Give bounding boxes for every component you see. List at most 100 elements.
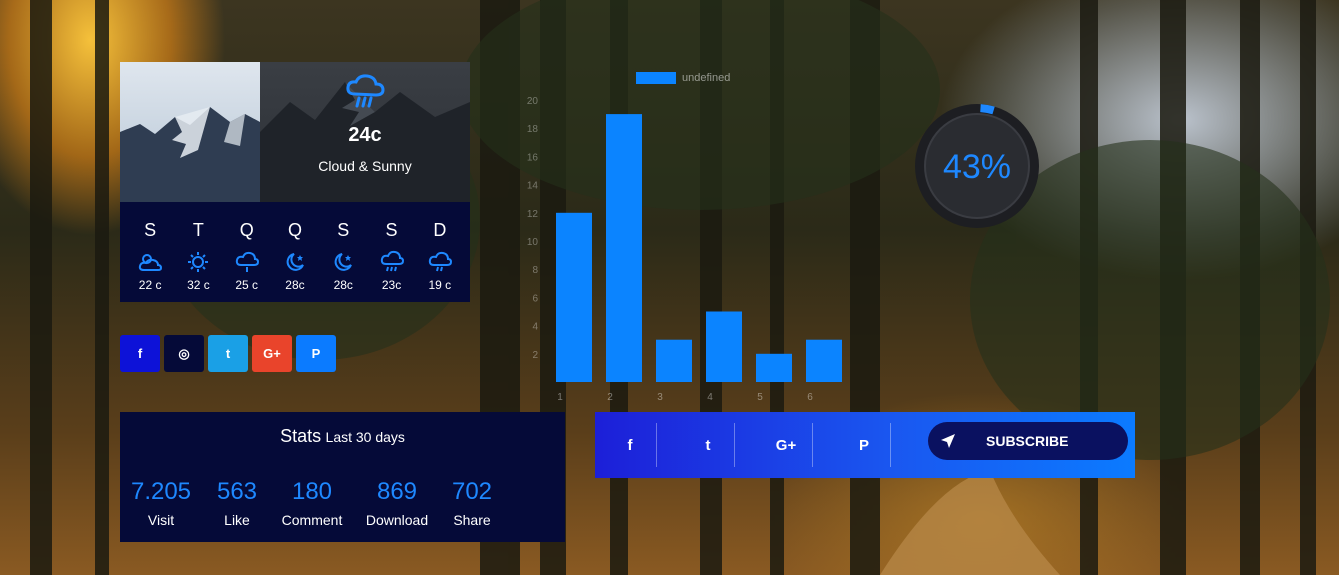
day-temp: 19 c bbox=[428, 278, 452, 292]
gauge-value: 43% bbox=[943, 148, 1011, 186]
forecast-day: S 28c bbox=[319, 202, 367, 302]
y-tick-label: 18 bbox=[527, 124, 539, 135]
google-plus-icon: G+ bbox=[775, 436, 797, 454]
forecast-day: S 23c bbox=[367, 202, 415, 302]
day-name: D bbox=[433, 220, 447, 240]
y-tick-label: 2 bbox=[532, 350, 538, 361]
bar-chart: 2 4 6 8 10 12 14 16 18 20 1 2 3 4 5 6 undefined bbox=[520, 60, 860, 410]
weather-widget: 24c Cloud & Sunny S 22 c T 32 c Q 25 c Q… bbox=[120, 62, 470, 302]
progress-gauge: 43% bbox=[914, 103, 1040, 229]
bar-chart-svg: 24681012141618201 2 3 4 5 6undefined bbox=[527, 72, 842, 403]
day-temp: 22 c bbox=[138, 278, 162, 292]
facebook-icon: f bbox=[627, 436, 633, 454]
y-tick-label: 6 bbox=[532, 293, 538, 304]
y-tick-label: 14 bbox=[527, 181, 539, 192]
subscribe-bar: f t G+ P SUBSCRIBE bbox=[595, 412, 1135, 478]
day-temp: 32 c bbox=[187, 278, 210, 292]
google-plus-button[interactable]: G+ bbox=[252, 335, 292, 372]
forecast-day: S 22 c bbox=[126, 202, 174, 302]
stats-heading: Stats bbox=[280, 426, 322, 446]
legend-label: undefined bbox=[682, 72, 730, 84]
x-tick-label: 2 bbox=[607, 392, 613, 403]
x-tick-label: 1 bbox=[557, 392, 563, 403]
google-plus-icon: G+ bbox=[263, 346, 281, 361]
cloud-rain-icon bbox=[346, 74, 385, 108]
bar bbox=[556, 212, 592, 382]
subscribe-label: SUBSCRIBE bbox=[986, 433, 1069, 449]
x-tick-label: 4 bbox=[707, 392, 713, 403]
moon-star-icon bbox=[286, 253, 304, 271]
instagram-button[interactable]: ◎ bbox=[164, 335, 204, 372]
forecast-days: S 22 c T 32 c Q 25 c Q 28c S 28c S 23c D… bbox=[120, 202, 470, 302]
subscribe-button[interactable]: SUBSCRIBE bbox=[928, 422, 1128, 460]
stat-value: 180 bbox=[291, 478, 333, 505]
day-name: Q bbox=[239, 220, 254, 240]
twitter-icon: t bbox=[225, 346, 231, 361]
stat-value: 702 bbox=[451, 478, 493, 505]
day-name: Q bbox=[287, 220, 302, 240]
y-tick-label: 4 bbox=[532, 322, 538, 333]
bar bbox=[656, 339, 692, 382]
forecast-day: T 32 c bbox=[174, 202, 222, 302]
stat-share: 702 Share bbox=[427, 478, 517, 528]
twitter-icon: t bbox=[705, 436, 711, 454]
y-tick-label: 12 bbox=[527, 209, 539, 220]
cloud-drizzle-icon bbox=[428, 251, 452, 272]
y-tick-label: 16 bbox=[527, 152, 539, 163]
stats-title: Stats Last 30 days bbox=[120, 426, 565, 447]
forecast-day: D 19 c bbox=[416, 202, 464, 302]
divider bbox=[656, 423, 657, 467]
divider bbox=[890, 423, 891, 467]
bar bbox=[606, 114, 642, 382]
stats-panel: Stats Last 30 days 7.205 Visit 563 Like … bbox=[120, 412, 565, 542]
sun-icon bbox=[188, 252, 209, 272]
day-temp: 28c bbox=[333, 278, 353, 292]
day-name: S bbox=[337, 220, 350, 240]
stat-comment: 180 Comment bbox=[267, 478, 357, 528]
forecast-day: Q 25 c bbox=[223, 202, 271, 302]
pinterest-button[interactable]: P bbox=[296, 335, 336, 372]
gauge-progress-arc bbox=[980, 104, 995, 115]
divider bbox=[734, 423, 735, 467]
divider bbox=[812, 423, 813, 467]
pinterest-link[interactable]: P bbox=[834, 424, 894, 466]
day-temp: 23c bbox=[381, 278, 402, 292]
current-weather: 24c Cloud & Sunny bbox=[260, 62, 470, 202]
facebook-link[interactable]: f bbox=[600, 424, 660, 466]
y-tick-label: 10 bbox=[527, 237, 539, 248]
current-condition: Cloud & Sunny bbox=[318, 158, 412, 174]
cloud-drizzle-icon bbox=[235, 251, 259, 272]
bar bbox=[706, 311, 742, 382]
x-tick-label: 5 bbox=[757, 392, 763, 403]
facebook-icon: f bbox=[137, 346, 143, 361]
twitter-link[interactable]: t bbox=[678, 424, 738, 466]
day-name: T bbox=[192, 220, 204, 240]
y-tick-label: 20 bbox=[527, 96, 539, 107]
forecast-day: Q 28c bbox=[271, 202, 319, 302]
bar bbox=[756, 353, 792, 382]
current-temperature: 24c bbox=[348, 124, 382, 146]
stat-label: Share bbox=[453, 512, 491, 528]
social-buttons: f ◎ t G+ P bbox=[120, 335, 336, 372]
google-plus-link[interactable]: G+ bbox=[756, 424, 816, 466]
stats-period: Last 30 days bbox=[325, 429, 405, 445]
stat-label: Comment bbox=[281, 512, 343, 528]
x-tick-label: 6 bbox=[807, 392, 813, 403]
cloud-rain-icon bbox=[380, 250, 404, 272]
legend-swatch bbox=[636, 72, 676, 84]
day-temp: 25 c bbox=[235, 278, 259, 292]
pinterest-icon: P bbox=[311, 346, 321, 361]
twitter-button[interactable]: t bbox=[208, 335, 248, 372]
y-tick-label: 8 bbox=[532, 265, 538, 276]
moon-star-icon bbox=[334, 253, 353, 271]
day-temp: 28c bbox=[285, 278, 305, 292]
send-icon bbox=[941, 434, 955, 448]
mountain-photo bbox=[120, 62, 260, 202]
cloud-sun-icon bbox=[138, 254, 163, 271]
day-name: S bbox=[144, 220, 157, 240]
day-name: S bbox=[385, 220, 398, 240]
facebook-button[interactable]: f bbox=[120, 335, 160, 372]
pinterest-icon: P bbox=[858, 436, 869, 454]
x-tick-label: 3 bbox=[657, 392, 663, 403]
bar bbox=[806, 339, 842, 382]
